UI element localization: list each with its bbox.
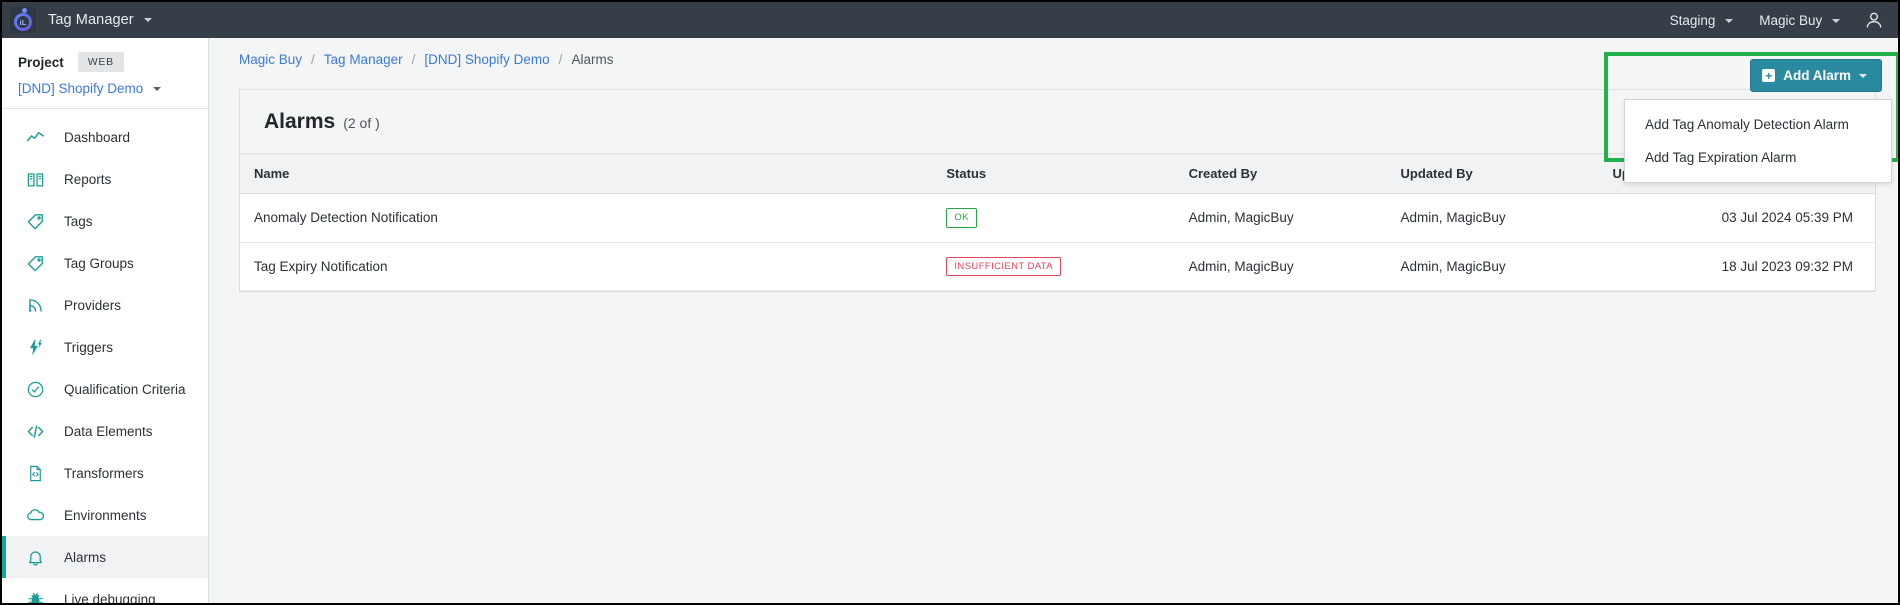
cell-status: INSUFFICIENT DATA: [936, 242, 1179, 291]
cell-created-by: Admin, MagicBuy: [1178, 242, 1391, 291]
column-header-updated-by[interactable]: Updated By: [1390, 153, 1603, 194]
sidebar-item-label: Data Elements: [64, 423, 153, 439]
sidebar-item-transformers[interactable]: Transformers: [2, 452, 208, 494]
sidebar-item-tag-groups[interactable]: Tag Groups: [2, 242, 208, 284]
column-header-status[interactable]: Status: [936, 153, 1179, 194]
project-header-row: Project WEB: [18, 52, 192, 72]
bell-icon: [24, 546, 46, 568]
sidebar-item-label: Alarms: [64, 549, 107, 565]
lightning-icon: [24, 336, 46, 358]
chevron-down-icon: [1832, 18, 1840, 23]
app-logo-icon[interactable]: iL: [10, 7, 36, 33]
sidebar-item-label: Triggers: [64, 339, 114, 355]
breadcrumb-item-current: Alarms: [571, 51, 614, 67]
code-icon: [24, 420, 46, 442]
environment-label: Staging: [1669, 12, 1716, 28]
logo-text: iL: [19, 17, 27, 27]
project-selector[interactable]: Project WEB [DND] Shopify Demo: [2, 38, 208, 109]
bug-icon: [24, 588, 46, 603]
status-badge: INSUFFICIENT DATA: [946, 256, 1062, 276]
add-alarm-button[interactable]: + Add Alarm: [1750, 59, 1882, 92]
sidebar-item-alarms[interactable]: Alarms: [2, 536, 208, 578]
sidebar-item-label: Providers: [64, 297, 122, 313]
alarms-table-body: Anomaly Detection Notification OK Admin,…: [240, 193, 1875, 291]
project-name-label: [DND] Shopify Demo: [18, 81, 144, 96]
app-title-label: Tag Manager: [48, 12, 134, 28]
sidebar-item-environments[interactable]: Environments: [2, 494, 208, 536]
sidebar-item-triggers[interactable]: Triggers: [2, 326, 208, 368]
sidebar-item-tags[interactable]: Tags: [2, 200, 208, 242]
sidebar-item-reports[interactable]: Reports: [2, 158, 208, 200]
column-header-name[interactable]: Name: [240, 153, 937, 194]
cloud-icon: [24, 504, 46, 526]
file-code-icon: [24, 462, 46, 484]
chevron-down-icon: [1859, 73, 1867, 78]
sidebar-item-providers[interactable]: Providers: [2, 284, 208, 326]
account-label: Magic Buy: [1759, 12, 1823, 28]
breadcrumb-separator: /: [558, 51, 563, 67]
breadcrumb-item-tag-manager[interactable]: Tag Manager: [324, 52, 403, 67]
cell-name[interactable]: Tag Expiry Notification: [240, 242, 937, 291]
cell-updated-by: Admin, MagicBuy: [1390, 242, 1603, 291]
plus-icon: +: [1762, 69, 1776, 82]
sidebar: Project WEB [DND] Shopify Demo Dashboard…: [2, 38, 209, 603]
chevron-down-icon: [143, 18, 152, 23]
logo-dot: [21, 8, 27, 13]
chevron-down-icon: [153, 87, 162, 92]
column-header-created-by[interactable]: Created By: [1178, 153, 1391, 194]
cell-updated-on: 03 Jul 2024 05:39 PM: [1602, 193, 1875, 243]
breadcrumb-separator: /: [411, 51, 416, 67]
add-alarm-label: Add Alarm: [1783, 68, 1851, 83]
sidebar-navigation: Dashboard Reports Tags Tag Groups Provid…: [2, 109, 208, 605]
top-navigation-bar: iL Tag Manager Staging Magic Buy: [2, 2, 1898, 38]
sidebar-item-dashboard[interactable]: Dashboard: [2, 116, 208, 158]
chevron-down-icon: [1725, 18, 1734, 23]
table-row[interactable]: Anomaly Detection Notification OK Admin,…: [240, 193, 1875, 243]
book-icon: [24, 168, 46, 190]
sidebar-item-label: Tags: [64, 213, 93, 229]
account-selector[interactable]: Magic Buy: [1759, 13, 1840, 28]
rss-icon: [24, 294, 46, 316]
sidebar-item-label: Dashboard: [64, 129, 131, 145]
status-badge: OK: [946, 208, 977, 228]
cell-updated-by: Admin, MagicBuy: [1390, 193, 1603, 243]
project-type-badge: WEB: [77, 52, 124, 72]
check-circle-icon: [24, 378, 46, 400]
menu-item-add-tag-anomaly-detection-alarm[interactable]: Add Tag Anomaly Detection Alarm: [1625, 108, 1891, 141]
application-window: iL Tag Manager Staging Magic Buy Project…: [0, 0, 1900, 605]
project-label: Project: [18, 54, 64, 70]
tag-icon: [24, 210, 46, 232]
cell-name[interactable]: Anomaly Detection Notification: [240, 193, 937, 243]
sidebar-item-data-elements[interactable]: Data Elements: [2, 410, 208, 452]
tag-icon: [24, 252, 46, 274]
sidebar-item-label: Qualification Criteria: [64, 381, 186, 397]
sidebar-item-label: Live debugging: [64, 591, 156, 605]
cell-created-by: Admin, MagicBuy: [1178, 193, 1391, 243]
cell-updated-on: 18 Jul 2023 09:32 PM: [1602, 242, 1875, 291]
menu-item-add-tag-expiration-alarm[interactable]: Add Tag Expiration Alarm: [1625, 141, 1891, 174]
cell-status: OK: [936, 193, 1179, 243]
user-account-icon[interactable]: [1864, 10, 1884, 30]
app-title-menu[interactable]: Tag Manager: [48, 12, 152, 28]
project-name-dropdown[interactable]: [DND] Shopify Demo: [18, 81, 192, 96]
breadcrumb-item-magic-buy[interactable]: Magic Buy: [239, 52, 302, 67]
add-alarm-dropdown-menu: Add Tag Anomaly Detection Alarm Add Tag …: [1624, 99, 1892, 183]
page-title: Alarms: [264, 110, 336, 133]
sidebar-item-qualification-criteria[interactable]: Qualification Criteria: [2, 368, 208, 410]
sidebar-item-label: Environments: [64, 507, 147, 523]
breadcrumb: Magic Buy / Tag Manager / [DND] Shopify …: [209, 38, 1898, 80]
table-row[interactable]: Tag Expiry Notification INSUFFICIENT DAT…: [240, 242, 1875, 291]
chart-line-icon: [24, 126, 46, 148]
breadcrumb-item-project[interactable]: [DND] Shopify Demo: [424, 52, 549, 67]
sidebar-item-label: Transformers: [64, 465, 144, 481]
sidebar-item-label: Reports: [64, 171, 112, 187]
environment-selector[interactable]: Staging: [1670, 13, 1734, 28]
sidebar-item-label: Tag Groups: [64, 255, 134, 271]
breadcrumb-separator: /: [311, 51, 315, 67]
sidebar-item-live-debugging[interactable]: Live debugging: [2, 578, 208, 605]
alarms-count: (2 of ): [343, 115, 380, 131]
